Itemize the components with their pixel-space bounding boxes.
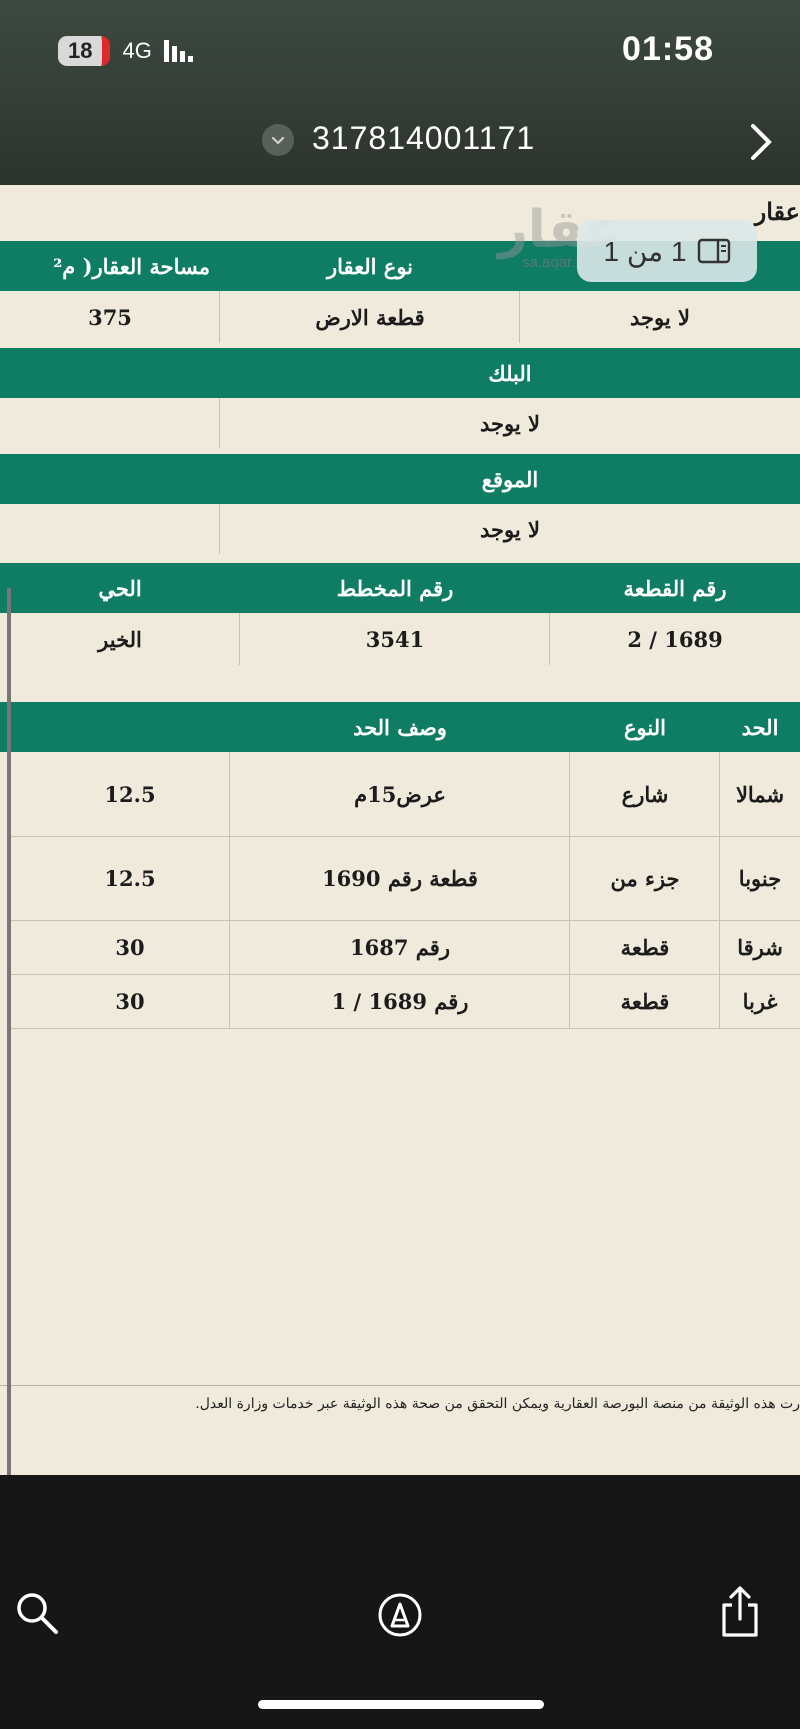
dropdown-button[interactable] [262, 124, 294, 156]
boundary-length: 30 [115, 934, 145, 960]
boundary-row: جنوبا جزء من قطعة رقم 1690 12.5 [0, 836, 800, 920]
boundary-length: 30 [115, 988, 145, 1014]
property-area-header: مساحة العقار( م² [53, 253, 210, 279]
block-row: لا يوجد [0, 398, 800, 448]
signal-icon [163, 40, 193, 62]
location-header: الموقع [0, 454, 800, 504]
boundary-description-header: وصف الحد [353, 714, 447, 740]
district-header: الحي [98, 575, 142, 601]
property-values-row: لا يوجد قطعة الارض 375 [0, 291, 800, 343]
markup-icon [378, 1593, 422, 1637]
search-icon [17, 1593, 58, 1634]
location-label: الموقع [481, 466, 539, 492]
scroll-indicator[interactable] [7, 588, 11, 1543]
boundary-length-header [0, 702, 230, 752]
boundary-description: رقم 1689 / 1 [331, 988, 469, 1014]
boundary-length: 12.5 [104, 781, 156, 807]
location-value: لا يوجد [480, 516, 540, 542]
boundary-type: جزء من [610, 865, 680, 891]
plan-number-header: رقم المخطط [336, 575, 454, 601]
document-heading: عقار [754, 197, 800, 226]
plan-number-value: 3541 [365, 626, 425, 652]
page-indicator[interactable]: 1 من 1 [577, 220, 757, 282]
document-page[interactable]: عقار نوع العقار مساحة العقار( م² لا يوجد… [0, 185, 800, 1475]
boundary-header: الحد [741, 714, 779, 740]
boundary-direction: شرقا [737, 934, 783, 960]
block-label: البلك [488, 360, 532, 386]
top-bar: 18 4G 01:58 317814001171 [0, 0, 800, 185]
boundary-type-header: النوع [624, 714, 666, 740]
boundary-direction: غربا [742, 988, 778, 1014]
property-value-cell: لا يوجد [630, 304, 690, 330]
share-icon [722, 1586, 758, 1637]
boundary-description: قطعة رقم 1690 [322, 865, 478, 891]
district-value: الخير [98, 626, 142, 652]
footer-note: رت هذه الوثيقة من منصة البورصة العقارية … [195, 1396, 800, 1412]
boundary-row: غربا قطعة رقم 1689 / 1 30 [0, 974, 800, 1028]
block-value: لا يوجد [480, 410, 540, 436]
plot-number-value: 2 / 1689 [550, 613, 800, 665]
boundary-length: 12.5 [104, 865, 156, 891]
document-title[interactable]: 317814001171 [312, 120, 535, 157]
boundary-type: قطعة [620, 988, 670, 1014]
search-button[interactable] [14, 1590, 60, 1640]
plot-number-text: 2 / 1689 [627, 626, 723, 652]
markup-button[interactable] [377, 1592, 423, 1642]
status-left: 18 4G [58, 36, 193, 66]
home-indicator[interactable] [258, 1700, 544, 1709]
boundary-row: شمالا شارع عرض15م 12.5 [0, 752, 800, 836]
sidebar-icon [697, 238, 730, 264]
location-row: لا يوجد [0, 504, 800, 554]
plot-header-row: رقم القطعة رقم المخطط الحي [0, 563, 800, 613]
chevron-down-icon [271, 136, 285, 145]
boundary-description: رقم 1687 [350, 934, 450, 960]
battery-indicator: 18 [58, 36, 111, 66]
boundary-row: شرقا قطعة رقم 1687 30 [0, 920, 800, 974]
plot-values-row: 2 / 1689 3541 الخير [0, 613, 800, 665]
block-header: البلك [0, 348, 800, 398]
boundary-description: عرض15م [354, 781, 446, 807]
chevron-right-icon [751, 124, 772, 160]
property-area-value: 375 [88, 304, 132, 330]
boundary-type: شارع [621, 781, 669, 807]
boundaries-header-row: الحد النوع وصف الحد [0, 702, 800, 752]
share-button[interactable] [718, 1585, 762, 1643]
property-type-header: نوع العقار [326, 253, 414, 279]
next-button[interactable] [748, 122, 774, 169]
title-row: 317814001171 [0, 118, 800, 166]
boundary-type: قطعة [620, 934, 670, 960]
page-indicator-text: 1 من 1 [603, 235, 687, 267]
boundary-direction: شمالا [735, 781, 785, 807]
plot-number-header: رقم القطعة [623, 575, 727, 601]
clock: 01:58 [622, 30, 714, 68]
property-type-value: قطعة الارض [315, 304, 425, 330]
network-type: 4G [122, 38, 152, 63]
boundary-direction: جنوبا [738, 865, 782, 891]
